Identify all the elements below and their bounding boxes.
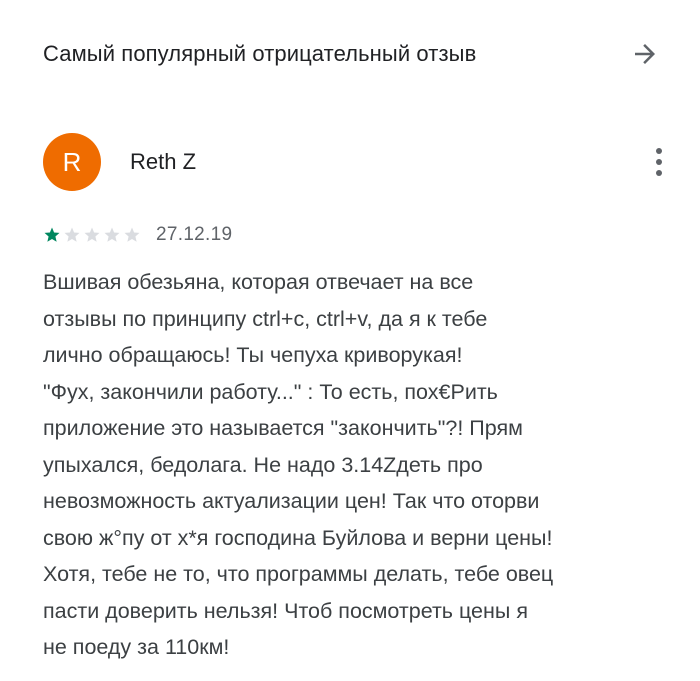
author-name: Reth Z bbox=[130, 149, 197, 174]
section-title: Самый популярный отрицательный отзыв bbox=[43, 41, 477, 66]
more-options-icon[interactable] bbox=[647, 142, 671, 182]
review-text: Вшивая обезьяна, которая отвечает на все… bbox=[43, 270, 554, 659]
more-dot bbox=[656, 148, 662, 154]
star-filled-icon bbox=[43, 226, 61, 244]
review-header: R Reth Z bbox=[43, 133, 663, 191]
star-empty-icon bbox=[123, 226, 141, 244]
star-empty-icon bbox=[103, 226, 121, 244]
more-dot bbox=[656, 159, 662, 165]
rating-row: 27.12.19 bbox=[43, 222, 232, 248]
section-header: Самый популярный отрицательный отзыв bbox=[43, 34, 663, 74]
star-empty-icon bbox=[63, 226, 81, 244]
review-date: 27.12.19 bbox=[156, 224, 233, 245]
more-dot bbox=[656, 170, 662, 176]
star-rating bbox=[43, 226, 141, 244]
star-empty-icon bbox=[83, 226, 101, 244]
avatar: R bbox=[43, 133, 101, 191]
arrow-right-icon[interactable] bbox=[627, 36, 663, 72]
